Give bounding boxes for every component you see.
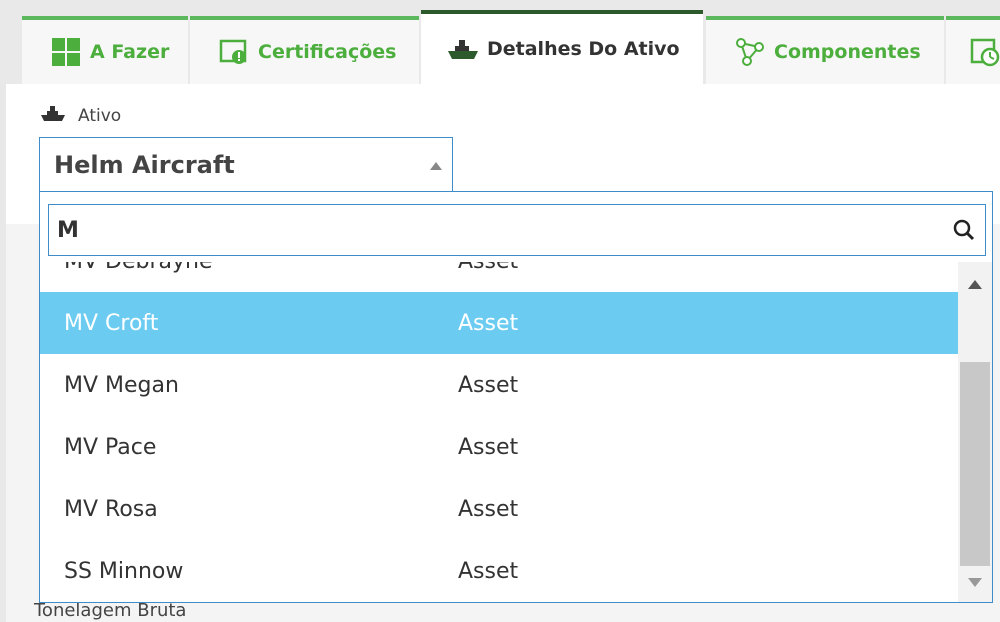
item-name: MV Croft xyxy=(64,310,159,336)
asset-dropdown: MV Debrayne Asset MV Croft Asset MV Mega… xyxy=(39,191,993,603)
dropdown-search[interactable] xyxy=(48,204,986,256)
dropdown-scrollbar[interactable] xyxy=(958,262,992,602)
list-item[interactable]: MV Pace Asset xyxy=(40,416,958,478)
tab-label: A Fazer xyxy=(90,41,170,63)
list-item[interactable]: SS Minnow Asset xyxy=(40,540,958,602)
tab-label: Certificações xyxy=(258,41,397,63)
ship-icon xyxy=(40,104,66,127)
ship-icon xyxy=(447,33,479,65)
scrollbar-thumb[interactable] xyxy=(960,362,990,566)
asset-select[interactable]: Helm Aircraft xyxy=(39,137,453,193)
tab-detalhes-do-ativo[interactable]: Detalhes Do Ativo xyxy=(421,10,703,84)
asset-field-label: Ativo xyxy=(40,104,121,127)
item-name: MV Debrayne xyxy=(64,262,213,274)
item-type: Asset xyxy=(458,310,519,336)
tab-certificacoes[interactable]: Certificações xyxy=(190,16,419,84)
dropdown-search-input[interactable] xyxy=(57,217,917,243)
tab-a-fazer[interactable]: A Fazer xyxy=(22,16,188,84)
scroll-up-icon[interactable] xyxy=(968,280,982,289)
list-item[interactable]: MV Debrayne Asset xyxy=(40,262,958,292)
item-name: MV Pace xyxy=(64,434,157,460)
search-icon[interactable] xyxy=(953,219,975,245)
item-name: MV Megan xyxy=(64,372,179,398)
certificate-icon xyxy=(218,36,250,68)
item-type: Asset xyxy=(458,262,518,274)
item-type: Asset xyxy=(458,434,519,460)
tab-label: Componentes xyxy=(774,41,921,63)
caret-up-icon xyxy=(430,162,442,170)
grid-icon xyxy=(50,36,82,68)
scroll-down-icon[interactable] xyxy=(968,578,982,587)
item-type: Asset xyxy=(458,496,519,522)
item-name: SS Minnow xyxy=(64,558,184,584)
tab-schedule[interactable] xyxy=(946,16,1000,84)
schedule-icon xyxy=(970,36,1000,68)
dropdown-list: MV Debrayne Asset MV Croft Asset MV Mega… xyxy=(40,262,958,602)
tab-bar: A Fazer Certificações Detalhes Do Ativo xyxy=(0,0,1000,84)
gross-tonnage-label: Tonelagem Bruta xyxy=(34,600,187,621)
asset-label-text: Ativo xyxy=(78,105,122,126)
item-type: Asset xyxy=(458,372,519,398)
list-item[interactable]: MV Megan Asset xyxy=(40,354,958,416)
tab-label: Detalhes Do Ativo xyxy=(487,38,680,60)
tab-componentes[interactable]: Componentes xyxy=(706,16,944,84)
item-name: MV Rosa xyxy=(64,496,158,522)
list-item-selected[interactable]: MV Croft Asset xyxy=(40,292,958,354)
asset-select-value: Helm Aircraft xyxy=(54,151,235,179)
item-type: Asset xyxy=(458,558,519,584)
components-icon xyxy=(734,36,766,68)
list-item[interactable]: MV Rosa Asset xyxy=(40,478,958,540)
